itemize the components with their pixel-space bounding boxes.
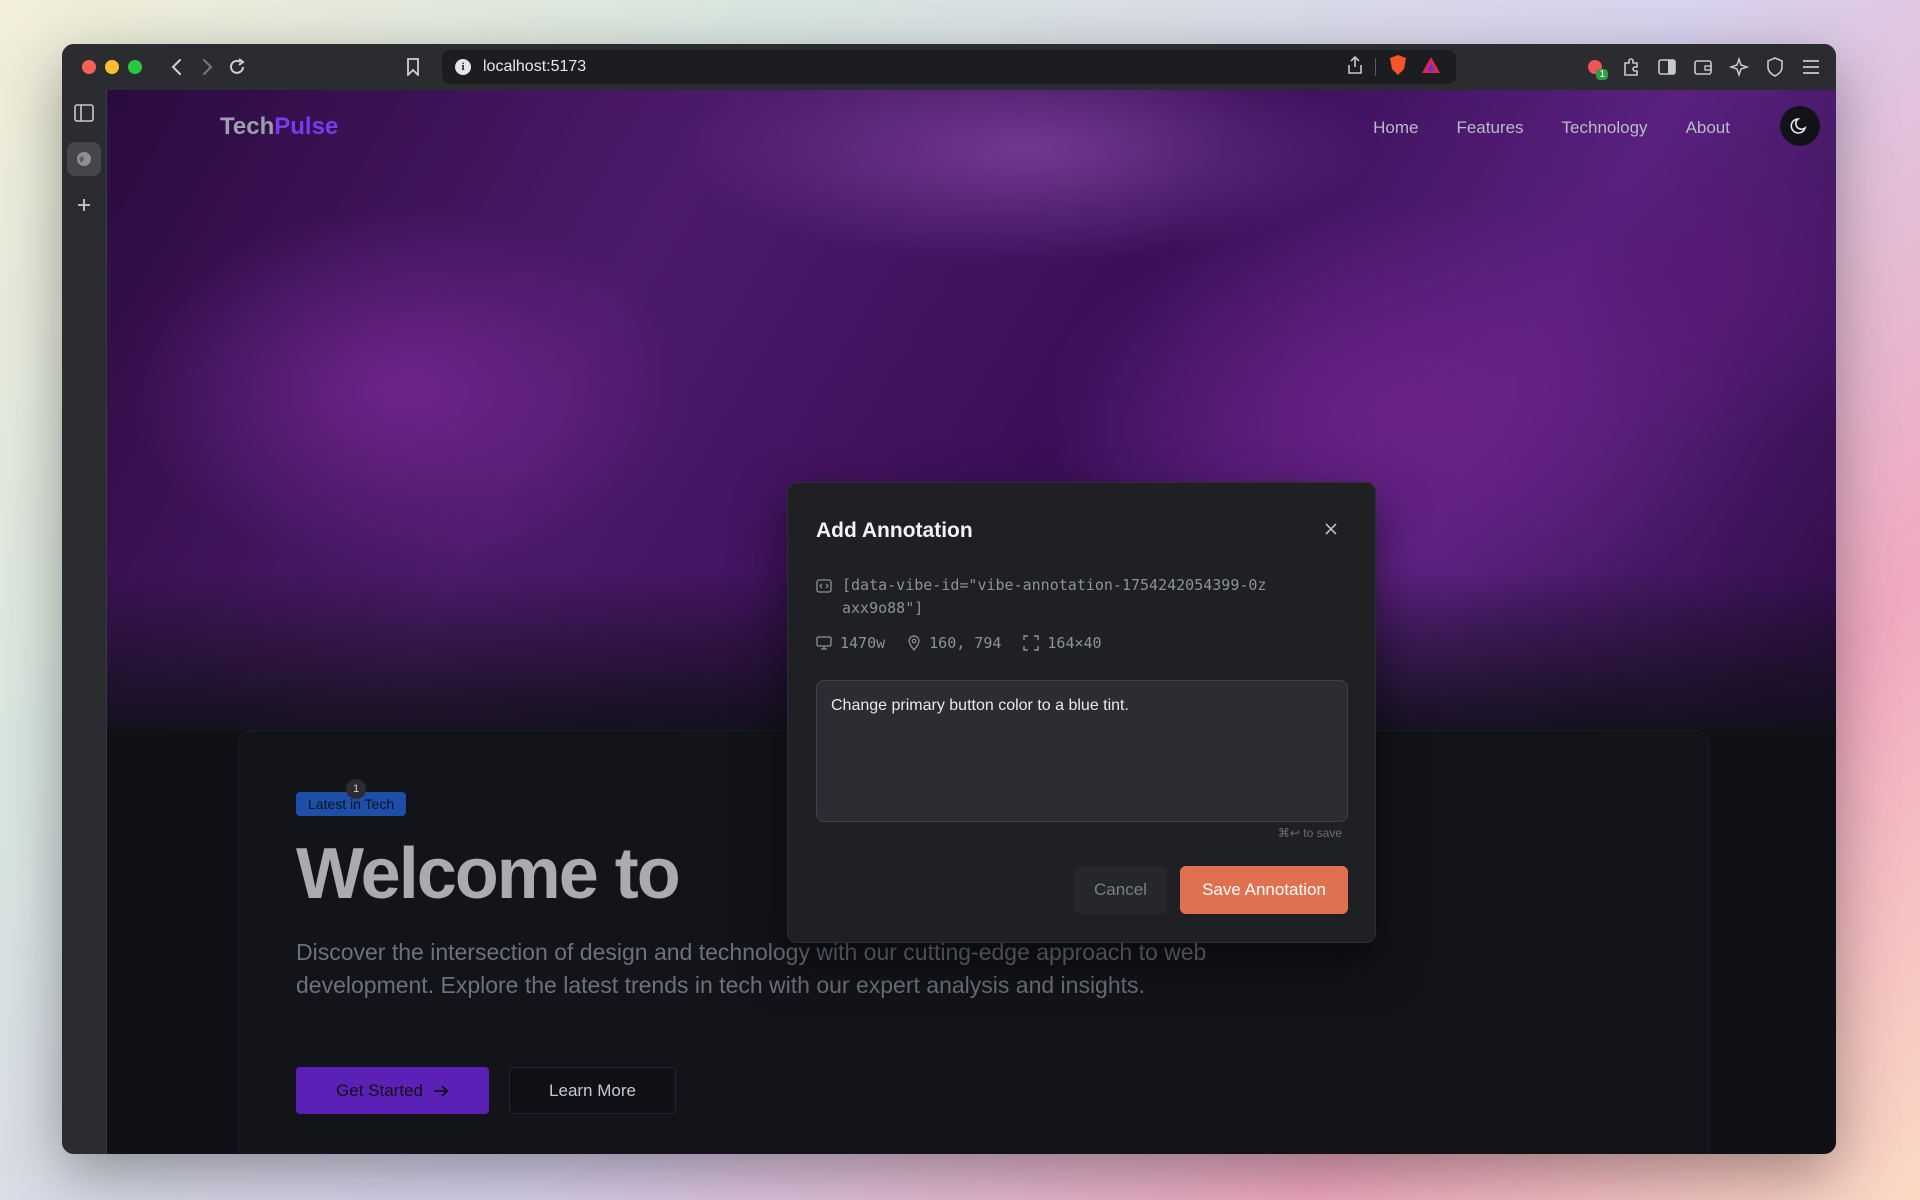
browser-toolbar: i localhost:5173 1 [62,44,1836,90]
annotation-textarea[interactable]: Change primary button color to a blue ti… [816,680,1348,822]
position-value: 160, 794 [929,634,1002,652]
forward-icon[interactable] [192,52,222,82]
extension-badge-count: 1 [1596,69,1608,80]
close-icon[interactable] [1321,519,1341,539]
annotation-marker[interactable]: 1 [346,779,366,799]
brave-rewards-icon[interactable] [1420,55,1442,80]
web-page: TechPulse Home Features Technology About… [107,90,1836,1154]
selector-text: [data-vibe-id="vibe-annotation-175424205… [842,576,1267,617]
monitor-icon [816,636,832,650]
window-controls [82,60,142,74]
address-bar[interactable]: i localhost:5173 [442,50,1456,84]
arrow-right-icon [433,1084,449,1097]
logo-accent-text: Pulse [274,113,339,140]
logo-main-text: Tech [220,113,275,140]
back-icon[interactable] [162,52,192,82]
save-annotation-button[interactable]: Save Annotation [1180,866,1348,914]
position-meta: 160, 794 [907,634,1001,652]
brave-shield-icon[interactable] [1388,54,1408,81]
get-started-button[interactable]: Get Started [296,1067,489,1114]
leo-ai-icon[interactable] [1724,52,1754,82]
sidebar-toggle-icon[interactable] [1652,52,1682,82]
extensions-puzzle-icon[interactable] [1616,52,1646,82]
bookmark-icon[interactable] [398,52,428,82]
menu-icon[interactable] [1796,52,1826,82]
nav-links: Home Features Technology About [1373,118,1730,138]
hero-description: Discover the intersection of design and … [296,939,1207,998]
viewport-width-value: 1470w [840,634,886,652]
extension-badge-icon[interactable]: 1 [1580,52,1610,82]
browser-window: i localhost:5173 1 TechPulse Home Featur… [62,44,1836,1154]
map-pin-icon [908,635,920,651]
minimize-window-button[interactable] [105,60,119,74]
code-icon [816,579,832,593]
address-url[interactable]: localhost:5173 [483,58,586,76]
nav-link-technology[interactable]: Technology [1562,118,1648,138]
cancel-button[interactable]: Cancel [1074,866,1167,914]
nav-link-about[interactable]: About [1686,118,1730,138]
modal-title: Add Annotation [816,519,973,542]
learn-more-button[interactable]: Learn More [509,1067,676,1114]
element-selector: [data-vibe-id="vibe-annotation-175424205… [816,574,1272,620]
browser-sidebar [62,90,107,1154]
site-nav: TechPulse Home Features Technology About [107,90,1836,170]
size-meta: 164×40 [1023,634,1102,652]
browser-right-tools: 1 [1580,52,1826,82]
address-divider [1375,58,1376,76]
element-meta: 1470w 160, 794 164×40 [816,634,1102,652]
sidebar-panel-icon[interactable] [67,96,101,130]
zoom-window-button[interactable] [128,60,142,74]
share-icon[interactable] [1347,55,1363,79]
add-annotation-modal: Add Annotation [data-vibe-id="vibe-annot… [787,482,1376,943]
vpn-shield-icon[interactable] [1760,52,1790,82]
size-value: 164×40 [1047,634,1102,652]
nav-link-home[interactable]: Home [1373,118,1418,138]
site-info-icon[interactable]: i [455,59,471,75]
viewport-width-meta: 1470w [816,634,885,652]
hero-title: Welcome to [296,834,681,914]
site-logo[interactable]: TechPulse [220,113,338,141]
get-started-label: Get Started [336,1080,423,1100]
sidebar-add-icon[interactable] [67,188,101,222]
save-shortcut-hint: ⌘↩ to save [1277,826,1342,840]
nav-link-features[interactable]: Features [1456,118,1523,138]
wallet-icon[interactable] [1688,52,1718,82]
sidebar-globe-icon[interactable] [67,142,101,176]
close-window-button[interactable] [82,60,96,74]
expand-icon [1023,635,1040,651]
moon-icon [1790,118,1807,134]
reload-icon[interactable] [222,52,252,82]
theme-toggle-button[interactable] [1780,106,1820,146]
